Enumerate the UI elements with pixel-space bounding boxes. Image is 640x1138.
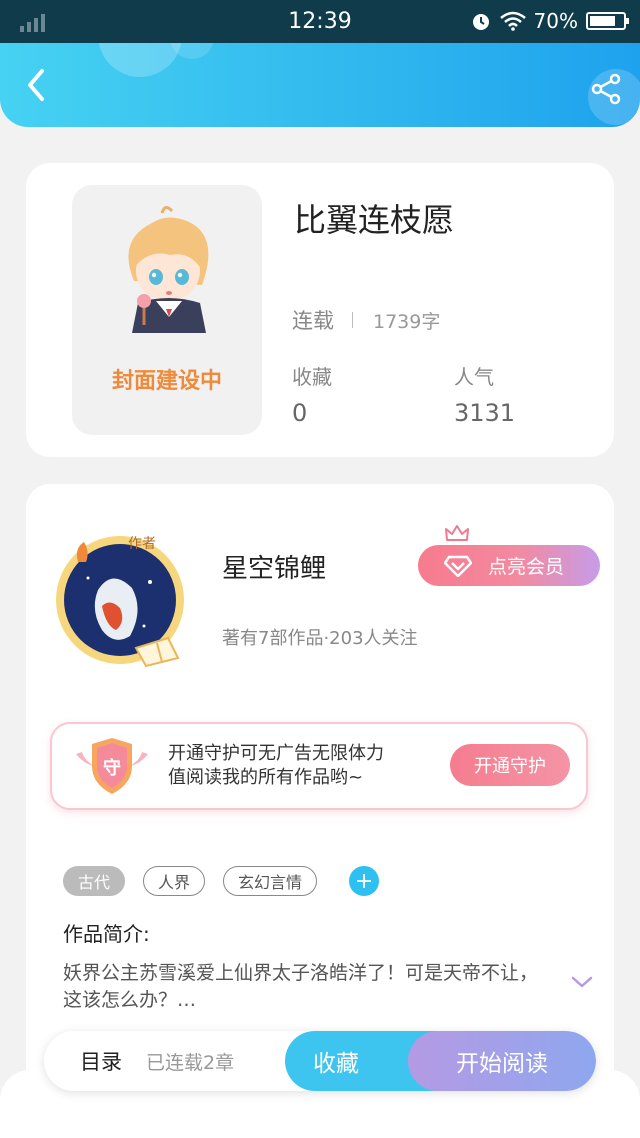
chevron-left-icon xyxy=(28,69,44,101)
book-status-row: 连载 1739字 xyxy=(292,305,440,335)
vip-button-label: 点亮会员 xyxy=(488,556,565,578)
tag-item[interactable]: 玄幻言情 xyxy=(223,866,318,896)
book-title: 比翼连枝愿 xyxy=(294,201,455,239)
popularity-value: 3131 xyxy=(454,399,516,427)
divider xyxy=(352,312,353,328)
start-reading-button[interactable]: 开始阅读 xyxy=(408,1031,596,1091)
serial-status: 连载 xyxy=(292,309,334,333)
favorite-button-label: 收藏 xyxy=(313,1051,359,1077)
intro-text: 妖界公主苏雪溪爱上仙界太子洛皓洋了！可是天帝不让，这该怎么办？… xyxy=(63,962,539,1011)
author-badge-text: 作者 xyxy=(128,536,156,552)
add-tag-button[interactable]: + xyxy=(349,866,380,896)
tag-item[interactable]: 古代 xyxy=(63,866,126,896)
author-meta: 著有7部作品·203人关注 xyxy=(222,628,418,649)
vip-member-button[interactable]: 点亮会员 xyxy=(418,545,600,586)
back-button[interactable] xyxy=(14,61,58,109)
tag-list: 古代 人界 玄幻言情 + xyxy=(63,866,380,896)
chapter-count: 已连载2章 xyxy=(146,1052,235,1074)
header xyxy=(0,43,640,127)
share-icon xyxy=(591,73,621,105)
book-cover[interactable]: 封面建设中 xyxy=(72,185,262,435)
guard-icon-text: 守 xyxy=(103,757,121,779)
alarm-icon xyxy=(472,14,489,30)
guard-line-1: 开通守护可无广告无限体力 xyxy=(168,743,384,764)
guard-line-2: 值阅读我的所有作品哟~ xyxy=(168,767,364,788)
status-bar: 12:39 70% xyxy=(0,0,640,43)
tag-item[interactable]: 人界 xyxy=(143,866,206,896)
open-guard-button[interactable]: 开通守护 xyxy=(450,744,570,786)
cover-placeholder-text: 封面建设中 xyxy=(111,369,222,394)
word-count: 1739字 xyxy=(373,310,441,333)
battery-percent: 70% xyxy=(533,9,578,33)
battery-icon xyxy=(586,12,629,30)
share-button[interactable] xyxy=(590,73,622,105)
intro-label: 作品简介: xyxy=(63,922,150,946)
cover-mascot-illustration xyxy=(128,206,209,333)
chevron-down-icon[interactable] xyxy=(570,974,594,990)
favorites-label: 收藏 xyxy=(292,365,332,389)
crown-icon xyxy=(445,525,469,541)
author-name: 星空锦鲤 xyxy=(222,554,327,584)
author-card: 作者 星空锦鲤 著有7部作品·203人关注 点亮会员 守 开通守护可无广告无限体… xyxy=(26,484,614,1124)
author-avatar-image: 作者 xyxy=(56,536,184,668)
guard-banner: 守 开通守护可无广告无限体力 值阅读我的所有作品哟~ 开通守护 xyxy=(50,722,588,810)
bottom-action-bar: 目录 已连载2章 收藏 开始阅读 xyxy=(44,1031,596,1091)
favorites-value: 0 xyxy=(292,399,308,427)
diamond-icon xyxy=(444,555,472,577)
start-reading-label: 开始阅读 xyxy=(456,1051,548,1077)
guard-description: 开通守护可无广告无限体力 值阅读我的所有作品哟~ xyxy=(168,742,384,790)
book-info-card: 封面建设中 比翼连枝愿 连载 1739字 收藏 0 人气 3131 xyxy=(26,163,614,457)
popularity-label: 人气 xyxy=(454,365,494,389)
author-avatar[interactable]: 作者 xyxy=(40,518,200,678)
guard-shield-icon: 守 xyxy=(76,738,148,794)
plus-icon: + xyxy=(354,868,374,894)
table-of-contents-button[interactable]: 目录 xyxy=(80,1046,122,1076)
wifi-icon xyxy=(499,11,526,31)
